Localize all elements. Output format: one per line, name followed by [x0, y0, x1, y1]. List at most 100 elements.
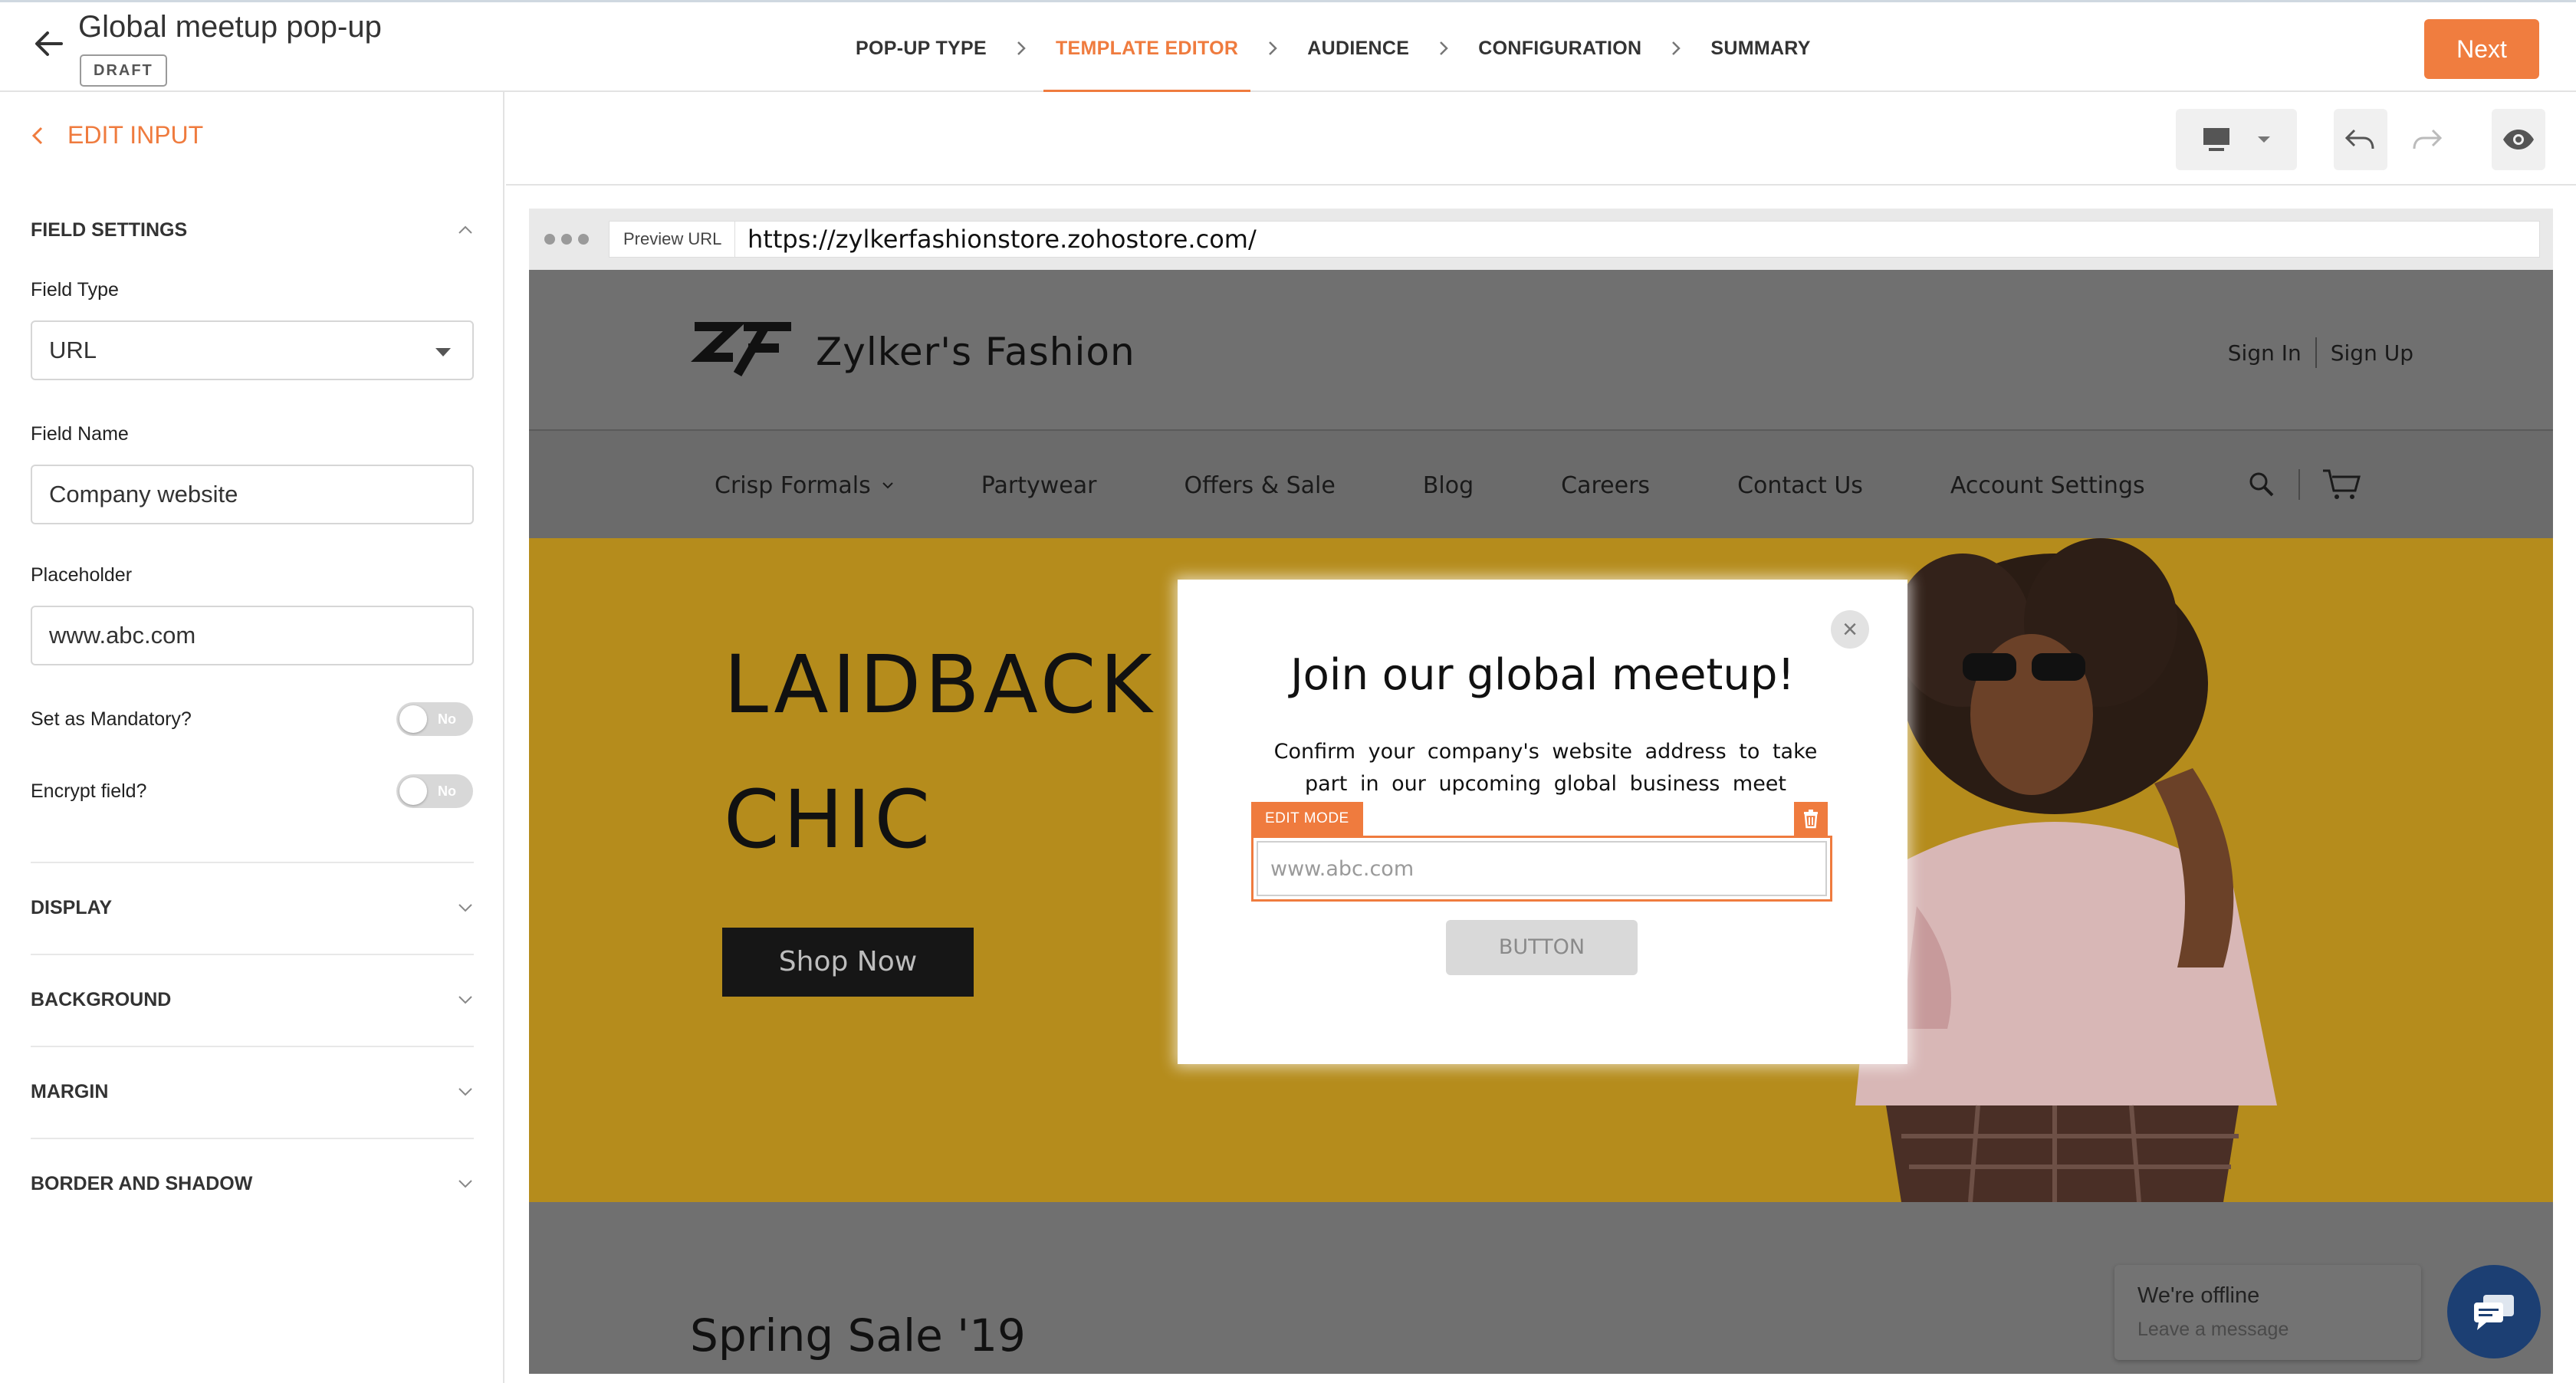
- chevron-down-icon: [458, 1180, 472, 1188]
- popup-submit-button[interactable]: BUTTON: [1446, 920, 1638, 975]
- nav-item-partywear[interactable]: Partywear: [981, 472, 1097, 499]
- display-section-label: DISPLAY: [31, 896, 113, 918]
- popup-url-input[interactable]: www.abc.com: [1257, 841, 1827, 896]
- cart-icon[interactable]: [2321, 468, 2361, 501]
- back-arrow-icon[interactable]: [31, 25, 67, 62]
- canvas-toolbar: [506, 92, 2576, 186]
- encrypt-toggle-text: No: [438, 783, 456, 799]
- trash-icon: [1804, 810, 1818, 829]
- step-configuration[interactable]: CONFIGURATION: [1466, 2, 1654, 94]
- undo-icon: [2344, 129, 2374, 149]
- brand-name: Zylker's Fashion: [816, 330, 1135, 374]
- popup-heading[interactable]: Join our global meetup!: [1178, 650, 1907, 700]
- background-section-label: BACKGROUND: [31, 988, 172, 1010]
- preview-button[interactable]: [2492, 109, 2545, 170]
- chevron-left-icon: [31, 126, 43, 144]
- mandatory-toggle[interactable]: No: [396, 702, 473, 736]
- nav-item-careers[interactable]: Careers: [1561, 472, 1650, 499]
- nav-item-account-settings[interactable]: Account Settings: [1950, 472, 2145, 499]
- step-summary[interactable]: SUMMARY: [1698, 2, 1822, 94]
- background-section-header[interactable]: BACKGROUND: [31, 984, 474, 1015]
- mandatory-label: Set as Mandatory?: [31, 708, 192, 730]
- search-icon[interactable]: [2246, 469, 2277, 500]
- sign-in-link[interactable]: Sign In: [2228, 340, 2302, 366]
- field-settings-header[interactable]: FIELD SETTINGS: [31, 215, 474, 245]
- nav-item-blog[interactable]: Blog: [1423, 472, 1474, 499]
- chat-icon: [2474, 1295, 2514, 1330]
- preview-url-input[interactable]: https://zylkerfashionstore.zohostore.com…: [734, 221, 2540, 258]
- nav-item-contact[interactable]: Contact Us: [1737, 472, 1863, 499]
- chevron-down-icon: [458, 1088, 472, 1096]
- field-type-value: URL: [49, 337, 97, 363]
- chat-subtitle: Leave a message: [2137, 1319, 2289, 1340]
- top-bar: Global meetup pop-up DRAFT POP-UP TYPE T…: [0, 0, 2576, 94]
- toggle-knob: [399, 705, 427, 733]
- shop-now-button[interactable]: Shop Now: [722, 928, 974, 997]
- hero-headline-line-1: LAIDBACK: [724, 638, 1156, 731]
- settings-panel: EDIT INPUT FIELD SETTINGS Field Type URL…: [0, 92, 504, 1383]
- chat-title: We're offline: [2137, 1283, 2260, 1308]
- margin-section-label: MARGIN: [31, 1080, 109, 1102]
- undo-button[interactable]: [2334, 109, 2387, 170]
- edit-input-label: EDIT INPUT: [67, 121, 204, 149]
- window-dots: [544, 234, 589, 245]
- hero-headline-line-2: CHIC: [724, 773, 935, 866]
- chevron-down-icon: [882, 482, 893, 489]
- chevron-down-icon: [458, 996, 472, 1004]
- field-type-select[interactable]: URL: [31, 320, 474, 380]
- display-section-header[interactable]: DISPLAY: [31, 892, 474, 923]
- preview-url-label: Preview URL: [609, 221, 736, 258]
- divider: [31, 1138, 474, 1139]
- brand-logo-icon: [691, 322, 791, 377]
- chevron-up-icon: [458, 225, 472, 234]
- step-template-editor[interactable]: TEMPLATE EDITOR: [1043, 2, 1251, 94]
- caret-down-icon: [435, 348, 451, 356]
- step-audience[interactable]: AUDIENCE: [1295, 2, 1421, 94]
- status-badge: DRAFT: [80, 54, 167, 87]
- placeholder-label: Placeholder: [31, 564, 133, 586]
- mandatory-toggle-text: No: [438, 711, 456, 727]
- nav-item-label: Crisp Formals: [715, 471, 871, 499]
- preview-url-bar: Preview URL https://zylkerfashionstore.z…: [529, 209, 2553, 270]
- section-title: Spring Sale '19: [690, 1309, 1026, 1362]
- divider: [31, 954, 474, 955]
- chevron-right-icon: [1261, 2, 1284, 94]
- step-popup-type[interactable]: POP-UP TYPE: [843, 2, 999, 94]
- close-icon[interactable]: ×: [1831, 610, 1869, 649]
- desktop-icon: [2203, 128, 2229, 151]
- device-selector[interactable]: [2176, 109, 2297, 170]
- site-preview: Preview URL https://zylkerfashionstore.z…: [529, 209, 2553, 1374]
- chat-launcher[interactable]: [2447, 1265, 2541, 1358]
- field-name-input[interactable]: Company website: [31, 465, 474, 524]
- divider: [31, 1046, 474, 1047]
- field-type-label: Field Type: [31, 279, 119, 301]
- border-shadow-section-label: BORDER AND SHADOW: [31, 1172, 253, 1194]
- encrypt-label: Encrypt field?: [31, 780, 147, 802]
- placeholder-input[interactable]: www.abc.com: [31, 606, 474, 665]
- delete-field-button[interactable]: [1794, 802, 1828, 836]
- toggle-knob: [399, 777, 427, 805]
- site-nav: Crisp Formals Partywear Offers & Sale Bl…: [529, 429, 2553, 538]
- page-title: Global meetup pop-up: [78, 10, 382, 44]
- nav-item-crisp-formals[interactable]: Crisp Formals: [715, 472, 894, 499]
- chevron-right-icon: [1664, 2, 1687, 94]
- field-settings-label: FIELD SETTINGS: [31, 218, 188, 241]
- next-button[interactable]: Next: [2424, 19, 2539, 79]
- popup-description[interactable]: Confirm your company's website address t…: [1254, 736, 1837, 800]
- chat-offline-box[interactable]: We're offline Leave a message: [2114, 1265, 2421, 1360]
- site-header: Zylker's Fashion Sign In Sign Up: [529, 270, 2553, 429]
- border-shadow-section-header[interactable]: BORDER AND SHADOW: [31, 1168, 474, 1199]
- popup-url-field[interactable]: www.abc.com: [1251, 836, 1832, 902]
- wizard-steps: POP-UP TYPE TEMPLATE EDITOR AUDIENCE CON…: [843, 2, 1823, 94]
- chevron-right-icon: [1010, 2, 1033, 94]
- popup-modal: × Join our global meetup! Confirm your c…: [1178, 580, 1907, 1064]
- nav-item-offers[interactable]: Offers & Sale: [1184, 472, 1335, 499]
- edit-input-back-link[interactable]: EDIT INPUT: [31, 121, 203, 149]
- margin-section-header[interactable]: MARGIN: [31, 1076, 474, 1107]
- chevron-down-icon: [458, 904, 472, 912]
- sign-up-link[interactable]: Sign Up: [2331, 340, 2413, 366]
- redo-button[interactable]: [2400, 109, 2453, 170]
- encrypt-toggle[interactable]: No: [396, 774, 473, 808]
- chevron-right-icon: [1432, 2, 1455, 94]
- field-name-label: Field Name: [31, 423, 129, 445]
